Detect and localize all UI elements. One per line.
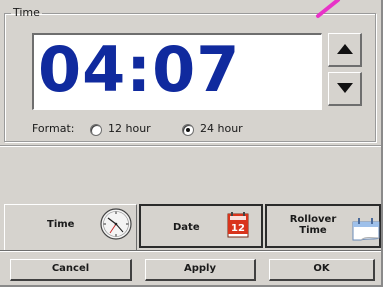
footer-divider xyxy=(0,250,381,252)
clock-display[interactable]: 04:07 xyxy=(32,33,322,110)
time-settings-panel: Time 04:07 Format: 12 hour 24 hour Time … xyxy=(0,0,383,287)
tab-rollover-label: Rollover Time xyxy=(287,214,339,236)
rollover-calendar-icon xyxy=(352,218,380,241)
tab-rollover-label-line1: Rollover xyxy=(289,214,337,225)
apply-button[interactable]: Apply xyxy=(145,259,256,281)
increment-time-button[interactable] xyxy=(328,33,362,67)
arrow-down-icon xyxy=(337,83,353,93)
decrement-time-button[interactable] xyxy=(328,72,362,106)
time-settings-area: Time 04:07 Format: 12 hour 24 hour xyxy=(0,0,381,145)
calendar-number: 12 xyxy=(231,223,245,234)
format-24-hour-option[interactable]: 24 hour xyxy=(182,122,243,136)
tab-rollover-label-line2: Time xyxy=(299,225,327,236)
clock-digits: 04:07 xyxy=(38,33,241,106)
format-12-hour-radio[interactable] xyxy=(90,123,102,136)
format-24-hour-label: 24 hour xyxy=(200,122,243,135)
section-divider xyxy=(0,145,381,147)
tab-time-label: Time xyxy=(47,219,75,230)
format-label: Format: xyxy=(32,122,75,135)
format-24-hour-radio[interactable] xyxy=(182,123,194,136)
tab-rollover-time[interactable]: Rollover Time xyxy=(265,204,381,248)
format-12-hour-label: 12 hour xyxy=(108,122,151,135)
calendar-icon: 12 xyxy=(227,212,249,238)
format-12-hour-option[interactable]: 12 hour xyxy=(90,122,151,136)
tab-time[interactable]: Time xyxy=(4,204,137,251)
ok-button[interactable]: OK xyxy=(269,259,375,281)
annotation-arrow xyxy=(316,0,340,18)
tab-date[interactable]: Date 12 xyxy=(139,204,263,248)
arrow-up-icon xyxy=(337,44,353,54)
cancel-button[interactable]: Cancel xyxy=(10,259,132,281)
clock-icon xyxy=(100,208,132,240)
tab-date-label: Date xyxy=(173,222,200,233)
